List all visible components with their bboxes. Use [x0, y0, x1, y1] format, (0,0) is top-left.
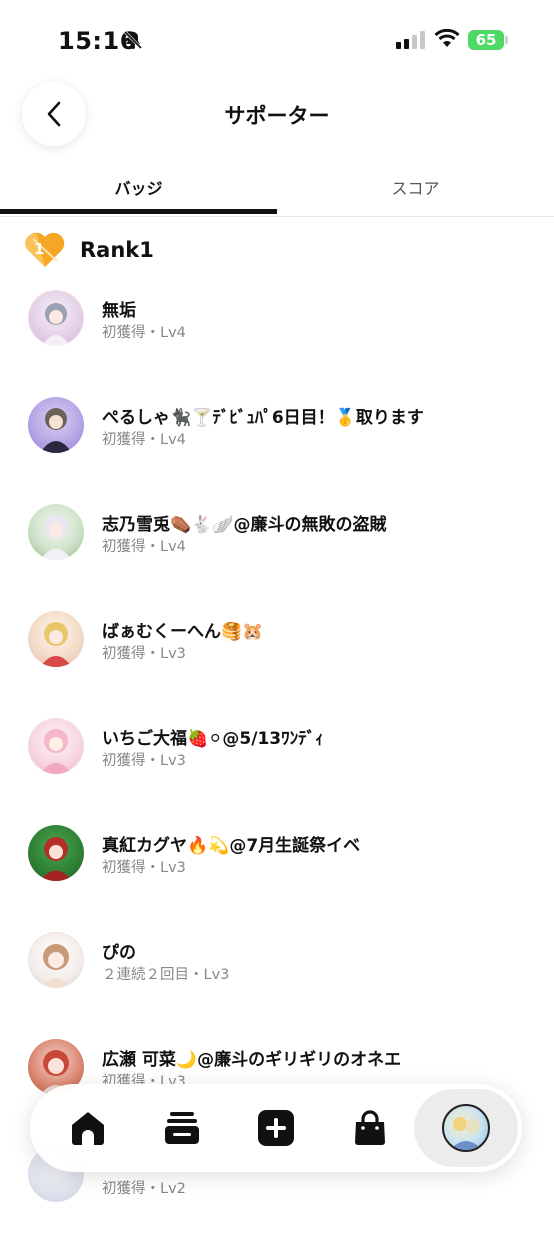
tab-badges[interactable]: バッジ	[0, 162, 277, 212]
nav-home-button[interactable]	[48, 1094, 128, 1162]
signal-icon	[396, 31, 425, 49]
supporter-item[interactable]: ばぁむくーへん🥞🐹 初獲得・Lv3	[0, 609, 554, 716]
supporter-status: 初獲得・Lv3	[102, 753, 186, 769]
battery-level: 65	[475, 31, 497, 49]
supporter-status: 初獲得・Lv4	[102, 325, 186, 341]
battery-indicator: 65	[468, 30, 504, 50]
page-title: サポーター	[224, 104, 330, 128]
wifi-icon	[434, 29, 460, 47]
add-icon	[258, 1110, 294, 1146]
supporter-name: 無垢	[102, 301, 136, 321]
rank-header: 1 Rank1	[24, 230, 154, 270]
bag-icon	[355, 1110, 385, 1145]
tab-bar: バッジ スコア	[0, 162, 554, 217]
supporter-name: 広瀬 可菜🌙@廉斗のギリギリのオネエ	[102, 1050, 402, 1070]
nav-profile-button[interactable]	[414, 1089, 518, 1167]
avatar	[28, 825, 84, 881]
profile-avatar	[442, 1104, 490, 1152]
supporter-item[interactable]: 無垢 初獲得・Lv4	[0, 288, 554, 395]
avatar	[28, 290, 84, 346]
avatar	[28, 718, 84, 774]
supporter-status: 初獲得・Lv3	[102, 646, 186, 662]
supporter-status: ２連続２回目・Lv3	[102, 967, 230, 983]
avatar	[28, 397, 84, 453]
supporter-status: 初獲得・Lv3	[102, 860, 186, 876]
bottom-nav	[30, 1084, 522, 1172]
supporter-status: 初獲得・Lv2	[102, 1181, 186, 1197]
supporter-item[interactable]: 真紅カグヤ🔥💫@7月生誕祭イベ 初獲得・Lv3	[0, 823, 554, 930]
home-icon	[72, 1112, 104, 1145]
supporter-name: ばぁむくーへん🥞🐹	[102, 622, 264, 642]
supporter-item[interactable]: ぺるしゃ🐈‍⬛🍸ﾃﾞﾋﾞｭﾊﾟ6日目！🥇取ります 初獲得・Lv4	[0, 395, 554, 502]
rank-label: Rank1	[80, 238, 154, 262]
nav-add-button[interactable]	[236, 1094, 316, 1162]
supporter-item[interactable]: ぴの ２連続２回目・Lv3	[0, 930, 554, 1037]
supporter-name: 志乃雪兎⚰️🐇🪽@廉斗の無敗の盗賊	[102, 515, 387, 535]
tab-score[interactable]: スコア	[277, 162, 554, 212]
nav-feed-button[interactable]	[142, 1094, 222, 1162]
heart-rank-badge-icon: 1	[25, 232, 65, 267]
feed-icon	[165, 1112, 199, 1144]
supporter-status: 初獲得・Lv4	[102, 539, 186, 555]
avatar	[28, 611, 84, 667]
avatar	[28, 504, 84, 560]
bell-slash-icon	[123, 30, 143, 50]
supporter-item[interactable]: いちご大福🍓⚪@5/13ﾜﾝﾃﾞｨ 初獲得・Lv3	[0, 716, 554, 823]
avatar	[28, 932, 84, 988]
battery-tip	[505, 36, 508, 44]
supporter-name: 真紅カグヤ🔥💫@7月生誕祭イベ	[102, 836, 361, 856]
supporter-name: いちご大福🍓⚪@5/13ﾜﾝﾃﾞｨ	[102, 729, 324, 749]
supporter-name: ぺるしゃ🐈‍⬛🍸ﾃﾞﾋﾞｭﾊﾟ6日目！🥇取ります	[102, 408, 424, 428]
nav-bag-button[interactable]	[330, 1094, 410, 1162]
supporter-name: ぴの	[102, 943, 136, 963]
active-tab-indicator	[0, 209, 277, 214]
rank-badge-number: 1	[34, 240, 44, 258]
status-bar: 15:16 65	[0, 0, 554, 80]
supporter-status: 初獲得・Lv4	[102, 432, 186, 448]
supporter-item[interactable]: 志乃雪兎⚰️🐇🪽@廉斗の無敗の盗賊 初獲得・Lv4	[0, 502, 554, 609]
